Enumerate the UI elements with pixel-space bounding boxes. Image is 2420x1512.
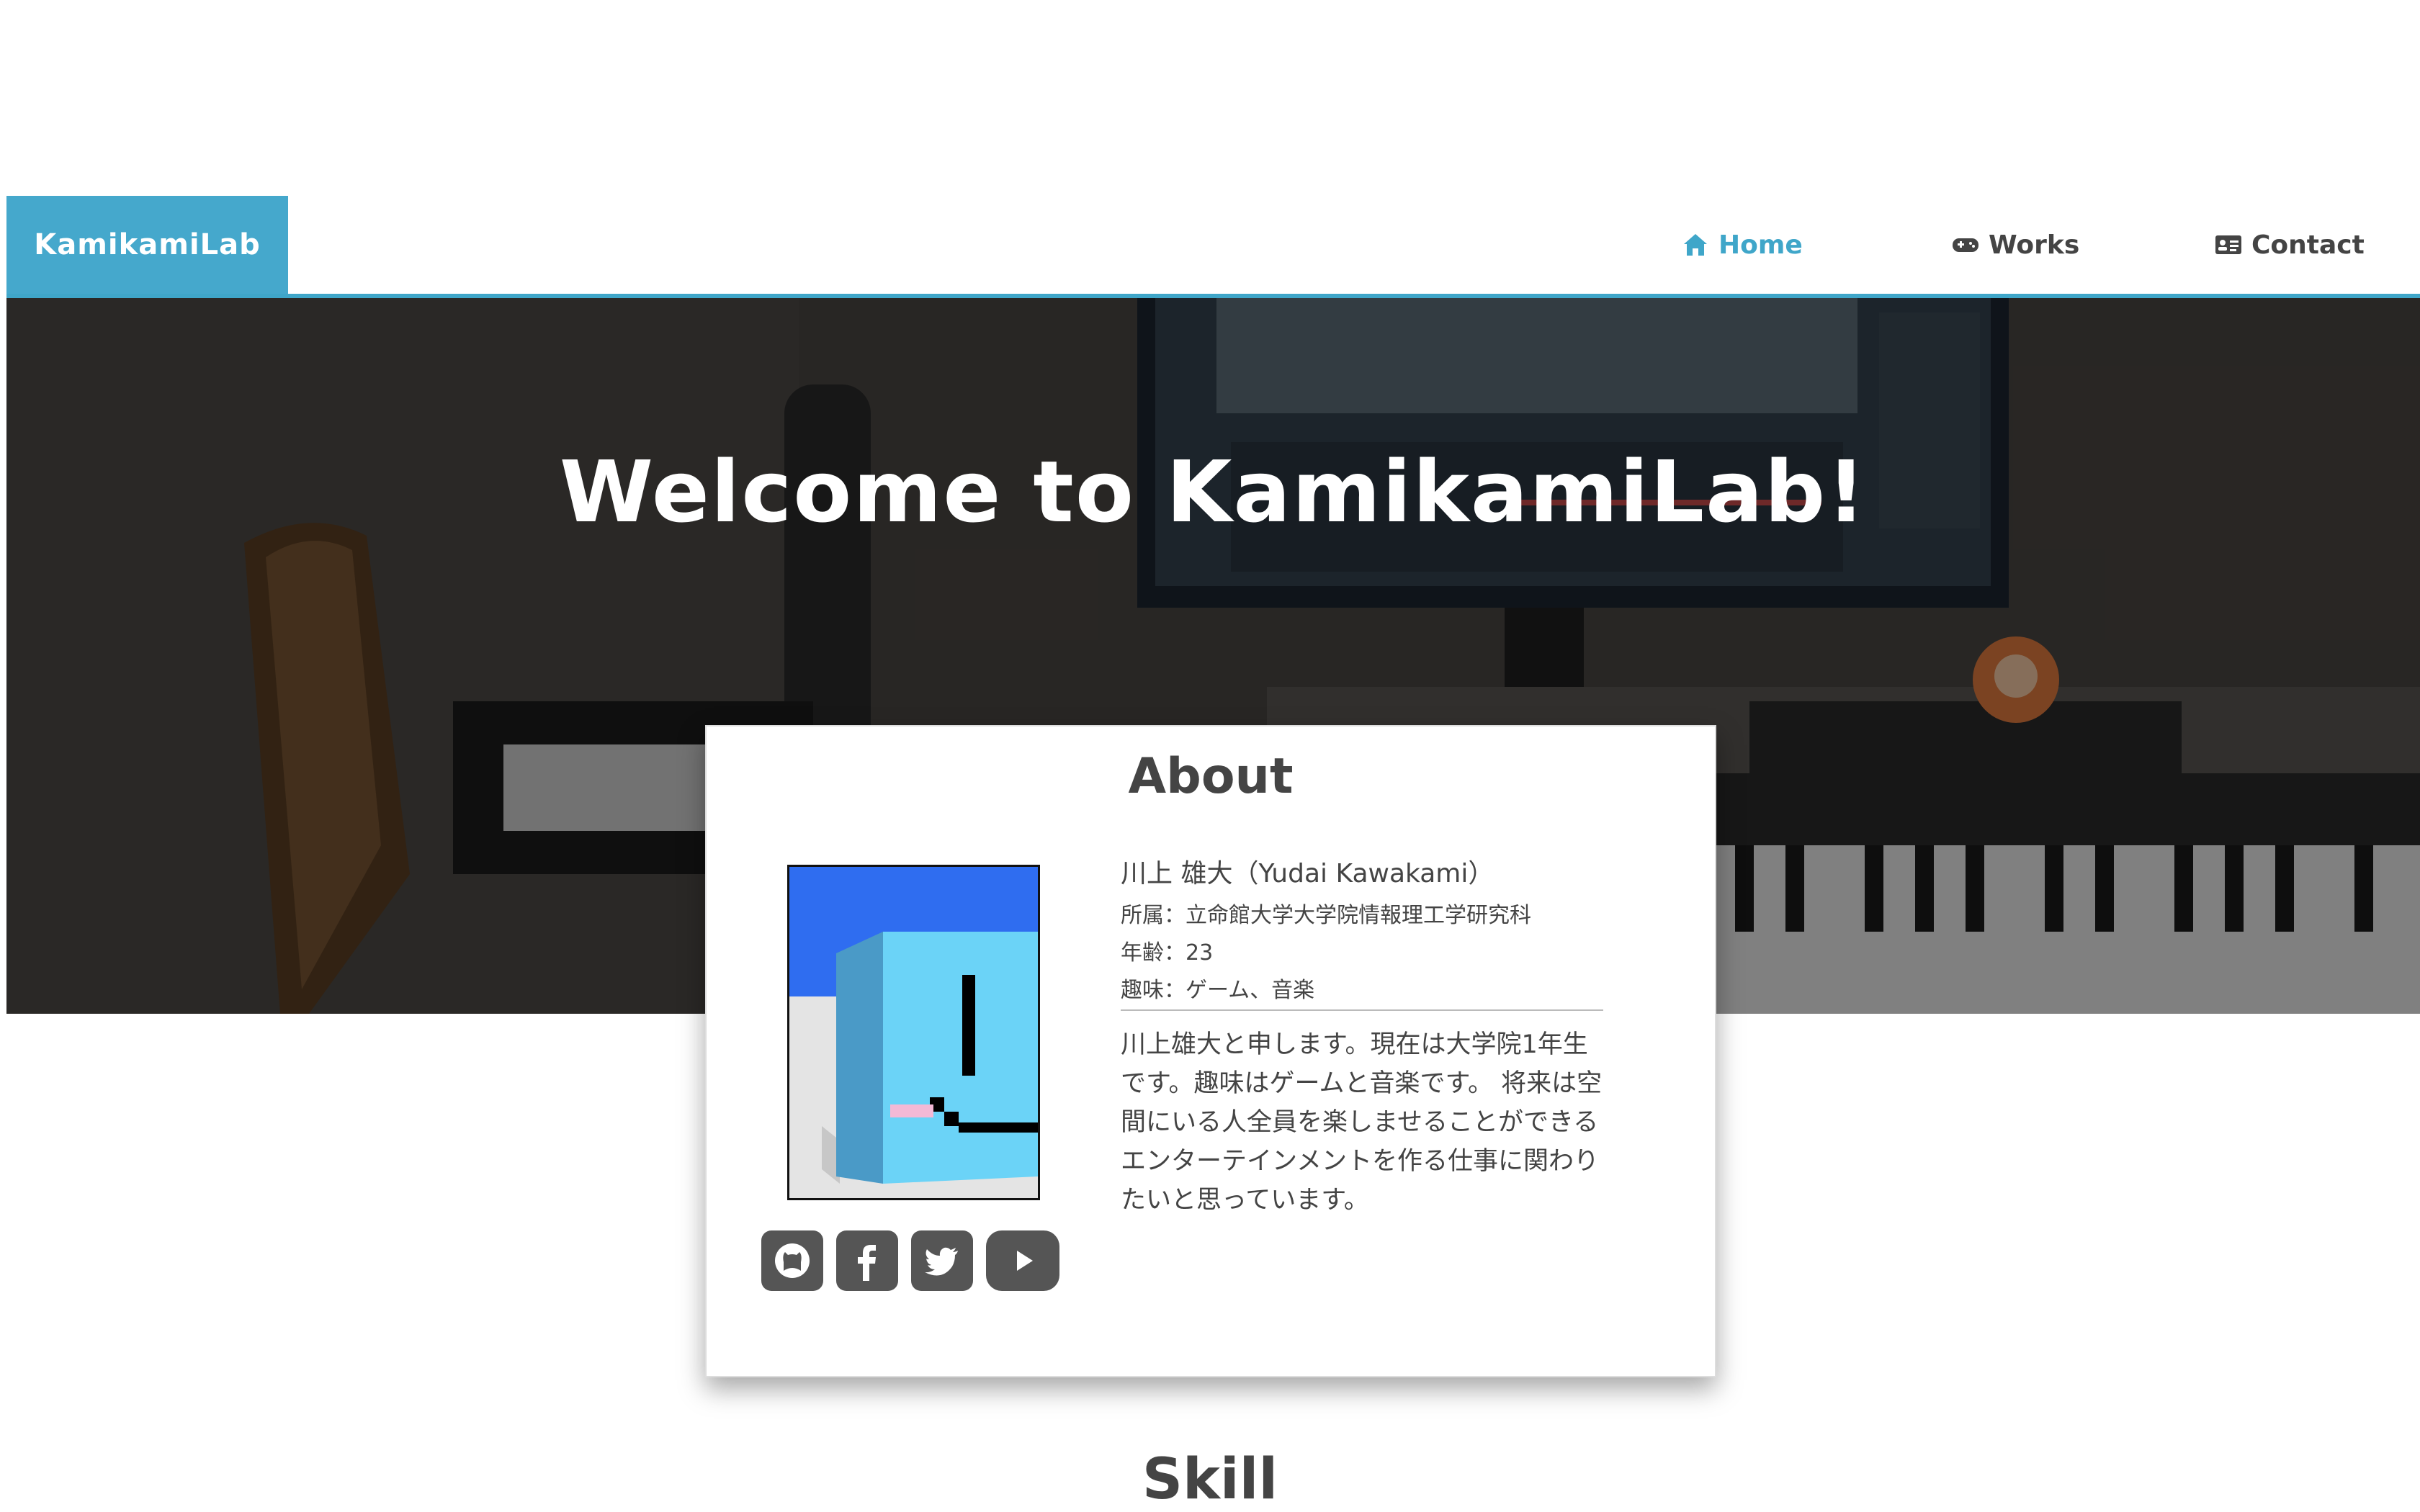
about-card: About 川上 雄大（Yudai Kawakami） 所属：立命館大学大学院情… <box>705 725 1716 1377</box>
profile-info: 川上 雄大（Yudai Kawakami） 所属：立命館大学大学院情報理工学研究… <box>1121 852 1603 1220</box>
hero-title: Welcome to KamikamiLab! <box>559 442 1868 541</box>
nav-home-label: Home <box>1718 230 1803 260</box>
brand-logo[interactable]: KamikamiLab <box>6 196 288 294</box>
profile-name: 川上 雄大（Yudai Kawakami） <box>1121 859 1494 888</box>
avatar-image <box>789 867 1038 1198</box>
profile-bio: 川上雄大と申します。現在は大学院1年生です。趣味はゲームと音楽です。 将来は空間… <box>1121 1030 1603 1215</box>
profile-age: 年齢：23 <box>1121 940 1214 966</box>
twitter-link[interactable] <box>911 1230 973 1291</box>
home-icon <box>1684 234 1707 256</box>
github-link[interactable] <box>761 1230 823 1291</box>
profile-affiliation: 所属：立命館大学大学院情報理工学研究科 <box>1121 903 1531 928</box>
youtube-icon <box>1017 1251 1033 1271</box>
profile-hobby: 趣味：ゲーム、音楽 <box>1121 978 1315 1003</box>
skill-section-title: Skill <box>1142 1447 1278 1512</box>
nav-home[interactable]: Home <box>1681 196 1803 294</box>
nav-contact[interactable]: Contact <box>2214 196 2365 294</box>
gamepad-icon <box>1953 238 1978 252</box>
profile-divider <box>1121 1009 1603 1011</box>
social-links <box>761 1230 1059 1291</box>
facebook-link[interactable] <box>836 1230 898 1291</box>
contact-card-icon <box>2215 235 2241 254</box>
youtube-link[interactable] <box>986 1230 1059 1291</box>
about-title: About <box>1128 748 1294 805</box>
avatar <box>787 865 1040 1200</box>
nav-works[interactable]: Works <box>1951 196 2079 294</box>
twitter-icon <box>925 1247 958 1276</box>
nav-works-label: Works <box>1989 230 2080 260</box>
github-icon <box>775 1243 810 1278</box>
nav-contact-label: Contact <box>2251 230 2365 260</box>
navbar: KamikamiLab Home Works Contact <box>6 196 2420 298</box>
facebook-icon <box>858 1245 876 1281</box>
